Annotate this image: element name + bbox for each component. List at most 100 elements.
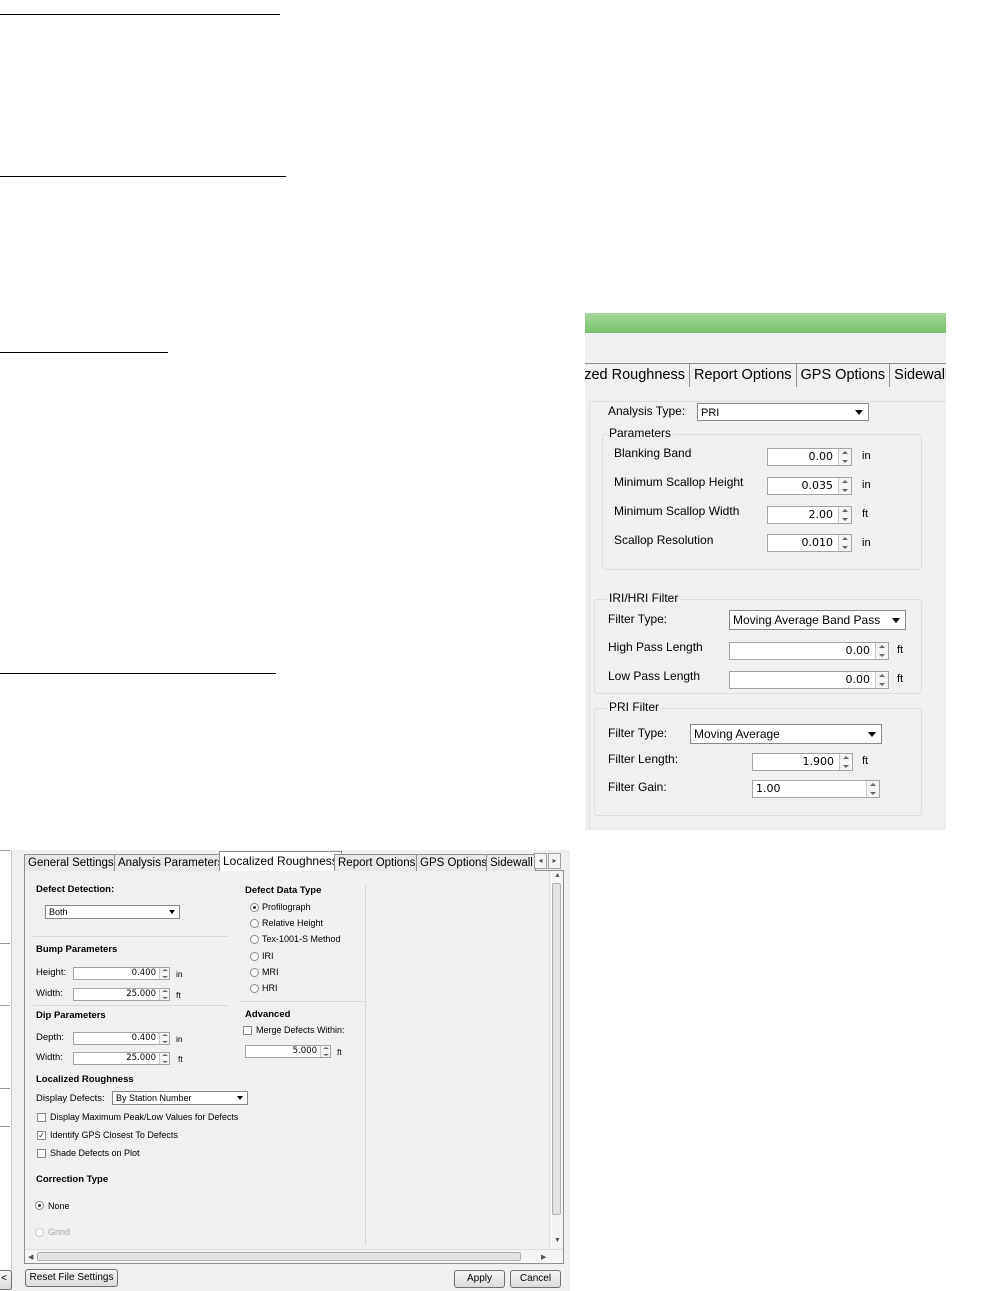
- spinner-arrows-icon[interactable]: [866, 781, 879, 797]
- tab-gps-options[interactable]: GPS Options: [795, 363, 891, 387]
- radio-grind[interactable]: [35, 1228, 44, 1237]
- min-scallop-width-label: Minimum Scallop Width: [614, 504, 740, 518]
- merge-defects-checkbox[interactable]: [243, 1026, 252, 1035]
- radio-relative-height[interactable]: [250, 919, 259, 928]
- pri-filter-type-select[interactable]: Moving Average: [690, 724, 882, 744]
- low-pass-length-input[interactable]: 0.00: [729, 671, 889, 689]
- unit-label: in: [176, 969, 183, 979]
- localized-roughness-dialog: < General Settings Analysis Parameters L…: [0, 850, 570, 1291]
- filter-gain-label: Filter Gain:: [608, 780, 667, 794]
- pri-filter-type-value: Moving Average: [694, 727, 780, 741]
- high-pass-length-input[interactable]: 0.00: [729, 642, 889, 660]
- scroll-up-icon[interactable]: ▲: [554, 872, 561, 879]
- filter-length-value: 1.900: [802, 755, 835, 768]
- tab-sidewalk[interactable]: Sidewalk: [889, 363, 946, 387]
- tab-scroll-right-icon[interactable]: ▸: [548, 853, 561, 869]
- merge-defects-input[interactable]: 5.000: [245, 1045, 331, 1058]
- display-defects-select[interactable]: By Station Number: [112, 1091, 248, 1105]
- spinner-arrows-icon[interactable]: [838, 535, 851, 551]
- apply-button[interactable]: Apply: [454, 1270, 505, 1288]
- tab-strip: ized Roughness Report Options GPS Option…: [585, 363, 946, 387]
- tab-localized-roughness[interactable]: Localized Roughness: [219, 851, 342, 872]
- shade-defects-checkbox[interactable]: [37, 1149, 46, 1158]
- scroll-right-icon[interactable]: ▶: [541, 1253, 546, 1261]
- bump-width-label: Width:: [36, 988, 63, 999]
- tab-localized-roughness[interactable]: ized Roughness: [585, 363, 690, 387]
- unit-label: in: [862, 537, 871, 549]
- dip-width-label: Width:: [36, 1052, 63, 1063]
- spinner-arrows-icon[interactable]: [875, 643, 888, 659]
- heading-underline: [0, 14, 280, 15]
- blanking-band-input[interactable]: 0.00: [767, 448, 852, 466]
- spinner-arrows-icon[interactable]: [838, 507, 851, 523]
- iri-filter-type-value: Moving Average Band Pass: [733, 613, 881, 627]
- tab-analysis-parameters[interactable]: Analysis Parameters: [114, 854, 228, 871]
- option-label: Profilograph: [262, 902, 311, 912]
- bump-height-value: 0.400: [131, 968, 156, 978]
- tab-gps-options[interactable]: GPS Options: [416, 854, 492, 871]
- spinner-arrows-icon[interactable]: [159, 1033, 169, 1044]
- filter-length-label: Filter Length:: [608, 752, 679, 766]
- dip-width-input[interactable]: 25.000: [73, 1052, 170, 1065]
- tab-strip: General Settings Analysis Parameters Loc…: [24, 851, 564, 872]
- vertical-scrollbar[interactable]: ▲ ▼: [549, 871, 563, 1248]
- min-scallop-width-input[interactable]: 2.00: [767, 506, 852, 524]
- filter-length-input[interactable]: 1.900: [752, 753, 853, 771]
- defect-detection-select[interactable]: Both: [45, 905, 180, 919]
- parameters-legend: Parameters: [607, 426, 674, 440]
- min-scallop-height-label: Minimum Scallop Height: [614, 475, 744, 489]
- window-title-bar: [585, 313, 946, 333]
- divider: [365, 885, 366, 1245]
- horizontal-scrollbar[interactable]: ◀ ▶: [25, 1249, 563, 1263]
- option-label: HRI: [262, 983, 278, 993]
- radio-profilograph[interactable]: [250, 903, 259, 912]
- spinner-arrows-icon[interactable]: [159, 1053, 169, 1064]
- tab-scroll-left-icon[interactable]: ◂: [534, 853, 547, 869]
- display-max-peak-checkbox[interactable]: [37, 1113, 46, 1122]
- analysis-type-select[interactable]: PRI: [697, 403, 869, 421]
- radio-tex-1001-s[interactable]: [250, 935, 259, 944]
- bump-width-input[interactable]: 25.000: [73, 988, 170, 1001]
- min-scallop-height-value: 0.035: [801, 479, 834, 492]
- min-scallop-height-input[interactable]: 0.035: [767, 477, 852, 495]
- bump-parameters-heading: Bump Parameters: [36, 944, 118, 955]
- parameters-group: Parameters Blanking Band 0.00 in Minimum…: [602, 426, 922, 570]
- divider: [33, 1005, 228, 1006]
- iri-filter-type-select[interactable]: Moving Average Band Pass: [729, 610, 906, 630]
- dip-depth-label: Depth:: [36, 1032, 64, 1043]
- scrollbar-thumb[interactable]: [37, 1252, 521, 1261]
- reset-file-settings-button[interactable]: Reset File Settings: [25, 1269, 118, 1287]
- bump-height-input[interactable]: 0.400: [73, 967, 170, 980]
- chevron-down-icon: [868, 732, 876, 737]
- radio-hri[interactable]: [250, 984, 259, 993]
- radio-mri[interactable]: [250, 968, 259, 977]
- spinner-arrows-icon[interactable]: [838, 449, 851, 465]
- divider: [0, 850, 10, 851]
- radio-iri[interactable]: [250, 952, 259, 961]
- scrollbar-thumb[interactable]: [552, 883, 561, 1215]
- collapse-button[interactable]: <: [0, 1270, 12, 1290]
- spinner-arrows-icon[interactable]: [839, 754, 852, 770]
- spinner-arrows-icon[interactable]: [159, 968, 169, 979]
- scroll-down-icon[interactable]: ▼: [554, 1237, 561, 1244]
- tab-report-options[interactable]: Report Options: [689, 363, 797, 387]
- tab-general-settings[interactable]: General Settings: [24, 854, 118, 871]
- bump-height-label: Height:: [36, 967, 67, 978]
- chevron-down-icon: [855, 410, 863, 415]
- merge-defects-label: Merge Defects Within:: [256, 1025, 345, 1035]
- blanking-band-value: 0.00: [808, 450, 834, 463]
- divider: [33, 936, 228, 937]
- tab-sidewall[interactable]: Sidewall: [486, 854, 536, 871]
- scroll-left-icon[interactable]: ◀: [28, 1253, 33, 1261]
- spinner-arrows-icon[interactable]: [838, 478, 851, 494]
- spinner-arrows-icon[interactable]: [320, 1046, 330, 1057]
- tab-report-options[interactable]: Report Options: [334, 854, 420, 871]
- identify-gps-checkbox[interactable]: ✓: [37, 1131, 46, 1140]
- radio-none[interactable]: [35, 1201, 44, 1210]
- dip-depth-input[interactable]: 0.400: [73, 1032, 170, 1045]
- spinner-arrows-icon[interactable]: [875, 672, 888, 688]
- scallop-resolution-input[interactable]: 0.010: [767, 534, 852, 552]
- cancel-button[interactable]: Cancel: [510, 1270, 561, 1288]
- filter-gain-input[interactable]: 1.00: [752, 780, 880, 798]
- spinner-arrows-icon[interactable]: [159, 989, 169, 1000]
